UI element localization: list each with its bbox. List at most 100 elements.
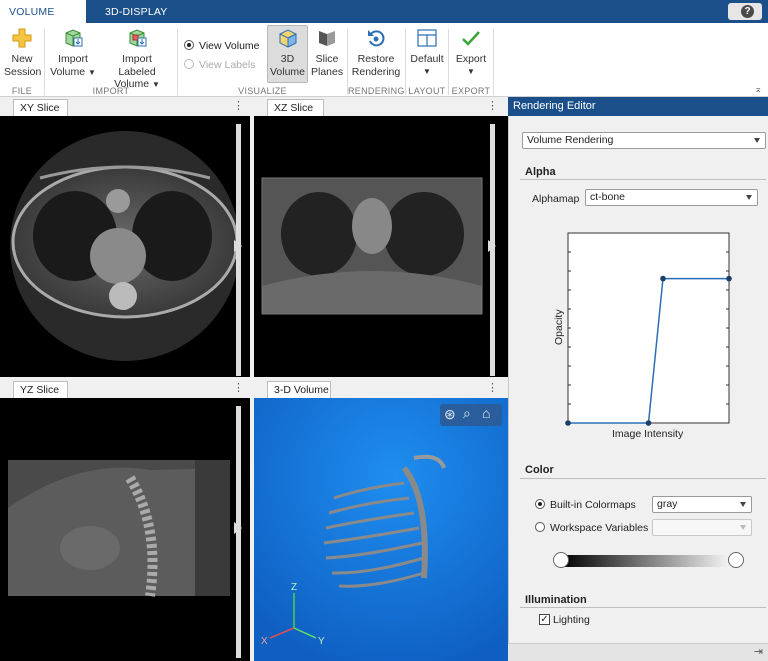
- import-volume-label-2: Volume ▼: [50, 65, 96, 78]
- chevron-down-icon: [740, 525, 746, 530]
- home-icon[interactable]: ⌂: [482, 405, 490, 421]
- workspace-variables-radio[interactable]: Workspace Variables: [535, 522, 648, 534]
- view-labels-radio[interactable]: View Labels: [184, 59, 255, 71]
- restore-rendering-button[interactable]: Restore Rendering: [350, 27, 402, 78]
- restore-icon: [368, 30, 385, 47]
- alphamap-chart[interactable]: Image Intensity Opacity: [548, 225, 738, 440]
- section-layout: LAYOUT: [408, 86, 446, 96]
- chevron-down-icon: ▼: [467, 66, 475, 76]
- rendering-mode-value: Volume Rendering: [527, 134, 614, 146]
- panel-tab-xz-slice[interactable]: XZ Slice: [267, 99, 324, 116]
- layout-default-button[interactable]: Default ▼: [408, 27, 446, 78]
- import-volume-label-1: Import: [58, 53, 88, 65]
- divider: [520, 478, 766, 479]
- collapse-ribbon-icon[interactable]: ⌅: [754, 84, 762, 95]
- axes-toolbar: ⊛ ⌕ ⌂: [440, 404, 502, 426]
- xz-slice-view[interactable]: [254, 116, 508, 377]
- divider: [520, 179, 766, 180]
- builtin-colormaps-radio[interactable]: Built-in Colormaps: [535, 499, 636, 511]
- workspace-variable-dropdown[interactable]: [652, 519, 752, 536]
- section-visualize: VISUALIZE: [238, 86, 287, 96]
- 3d-volume-button[interactable]: 3D Volume: [267, 27, 308, 78]
- axis-x-label: X: [261, 636, 268, 647]
- view-volume-label: View Volume: [199, 40, 260, 52]
- axis-z-label: Z: [291, 582, 297, 593]
- alpha-control-point[interactable]: [726, 275, 732, 282]
- yz-slice-image: [8, 460, 230, 597]
- radio-on-icon: [184, 40, 194, 50]
- toolstrip: New Session FILE Import Volume ▼ Import …: [0, 23, 768, 97]
- view-volume-radio[interactable]: View Volume: [184, 40, 260, 52]
- panel-tab-yz-slice[interactable]: YZ Slice: [13, 381, 68, 398]
- alpha-control-point[interactable]: [565, 420, 571, 426]
- export-button[interactable]: Export ▼: [452, 27, 490, 78]
- alpha-heading: Alpha: [525, 166, 556, 178]
- help-button[interactable]: ?: [728, 3, 762, 20]
- import-labeled-label-1: Import Labeled: [118, 53, 156, 78]
- 3d-volume-label-1: 3D: [280, 53, 295, 65]
- alpha-control-point[interactable]: [660, 275, 666, 282]
- alphamap-dropdown[interactable]: ct-bone: [585, 189, 758, 206]
- colormap-gradient-bar[interactable]: [561, 555, 737, 567]
- new-session-button[interactable]: New Session: [4, 27, 41, 78]
- rendering-mode-dropdown[interactable]: Volume Rendering: [522, 132, 766, 149]
- import-labeled-volume-button[interactable]: Import Labeled Volume ▼: [102, 27, 172, 92]
- panel-tab-3d-volume[interactable]: 3-D Volume: [267, 381, 331, 398]
- panel-tab-xy-slice[interactable]: XY Slice: [13, 99, 68, 116]
- yz-slice-slider-thumb[interactable]: [234, 522, 242, 534]
- radio-off-icon: [184, 59, 194, 69]
- color-heading: Color: [525, 464, 554, 476]
- help-icon: ?: [741, 5, 754, 18]
- cube-icon: [279, 29, 296, 48]
- yz-slice-view[interactable]: [0, 398, 250, 661]
- chart-xlabel: Image Intensity: [612, 428, 684, 440]
- app-tab-bar: VOLUME VIEWER 3D-DISPLAY ?: [0, 0, 768, 42]
- alpha-control-point[interactable]: [645, 420, 652, 426]
- section-import: IMPORT: [92, 86, 130, 96]
- radio-off-icon: [535, 522, 545, 532]
- axis-y-label: Y: [318, 636, 325, 647]
- slice-planes-icon: [319, 31, 335, 46]
- builtin-colormaps-label: Built-in Colormaps: [550, 499, 636, 511]
- import-labeled-volume-icon: [129, 29, 147, 47]
- collapse-panel-icon[interactable]: ⇥: [754, 645, 763, 658]
- panel-menu-icon[interactable]: ⋮: [487, 381, 498, 394]
- chevron-down-icon: [740, 502, 746, 507]
- alphamap-value: ct-bone: [590, 191, 626, 203]
- editor-footer: ⇥: [508, 643, 768, 661]
- section-export: EXPORT: [451, 86, 491, 96]
- view-labels-label: View Labels: [199, 59, 256, 71]
- chart-ylabel: Opacity: [553, 309, 565, 345]
- chevron-down-icon: ▼: [88, 67, 96, 77]
- checkbox-checked-icon: ✓: [539, 614, 550, 625]
- xy-slice-slider-thumb[interactable]: [234, 240, 242, 252]
- section-file: FILE: [11, 86, 33, 96]
- chevron-down-icon: [754, 138, 760, 143]
- restore-label-2: Rendering: [351, 65, 401, 78]
- tab-3d-display[interactable]: 3D-DISPLAY: [96, 0, 177, 23]
- rotate-icon[interactable]: ⊛: [444, 406, 456, 423]
- chevron-down-icon: [746, 195, 752, 200]
- builtin-colormap-value: gray: [657, 498, 678, 510]
- 3d-volume-view[interactable]: ⊛ ⌕ ⌂ Z X Y: [254, 398, 508, 661]
- panel-menu-icon[interactable]: ⋮: [233, 381, 244, 394]
- chevron-down-icon: ▼: [423, 66, 431, 76]
- zoom-icon[interactable]: ⌕: [463, 405, 471, 422]
- panel-menu-icon[interactable]: ⋮: [233, 99, 244, 112]
- slice-planes-button[interactable]: Slice Planes: [311, 27, 343, 78]
- illumination-heading: Illumination: [525, 594, 587, 606]
- panel-menu-icon[interactable]: ⋮: [487, 99, 498, 112]
- lighting-label: Lighting: [553, 614, 590, 626]
- colormap-min-handle[interactable]: [553, 552, 569, 568]
- lighting-checkbox[interactable]: ✓ Lighting: [539, 614, 590, 626]
- tab-volume-viewer[interactable]: VOLUME VIEWER: [0, 0, 86, 42]
- import-volume-button[interactable]: Import Volume ▼: [50, 27, 96, 79]
- chart-plot-area: [567, 232, 730, 424]
- builtin-colormap-dropdown[interactable]: gray: [652, 496, 752, 513]
- colormap-max-handle[interactable]: [728, 552, 744, 568]
- xy-slice-view[interactable]: [0, 116, 250, 377]
- layout-grid-icon: [417, 29, 437, 47]
- divider: [493, 29, 494, 95]
- xz-slice-slider-thumb[interactable]: [488, 240, 496, 252]
- slice-planes-label-2: Planes: [311, 65, 344, 78]
